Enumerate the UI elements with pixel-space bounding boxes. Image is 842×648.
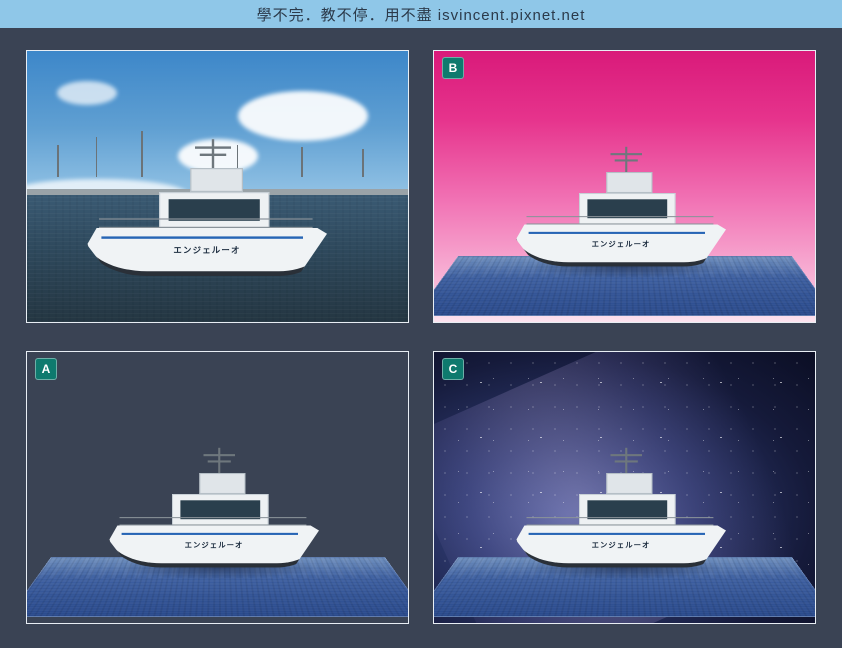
boat-name: エンジェルーオ [591, 540, 650, 551]
boat-name: エンジェルーオ [173, 245, 240, 257]
panel-label-a: A [35, 358, 57, 380]
panel-label-b: B [442, 57, 464, 79]
image-grid: エンジェルーオ エンジェルーオ B [0, 28, 842, 648]
boat-name: エンジェルーオ [184, 540, 243, 551]
panel-label-c: C [442, 358, 464, 380]
panel-original: エンジェルーオ [26, 50, 409, 323]
boat: エンジェルーオ [87, 156, 327, 276]
boat: エンジェルーオ [516, 463, 726, 568]
panel-b: エンジェルーオ B [433, 50, 816, 323]
page-header: 學不完．教不停．用不盡 isvincent.pixnet.net [0, 0, 842, 28]
boat: エンジェルーオ [109, 463, 319, 568]
boat-name: エンジェルーオ [591, 239, 650, 250]
panel-a: エンジェルーオ A [26, 351, 409, 624]
header-text: 學不完．教不停．用不盡 isvincent.pixnet.net [257, 4, 586, 25]
panel-c: エンジェルーオ C [433, 351, 816, 624]
cloud-icon [57, 81, 117, 105]
boat: エンジェルーオ [516, 162, 726, 267]
